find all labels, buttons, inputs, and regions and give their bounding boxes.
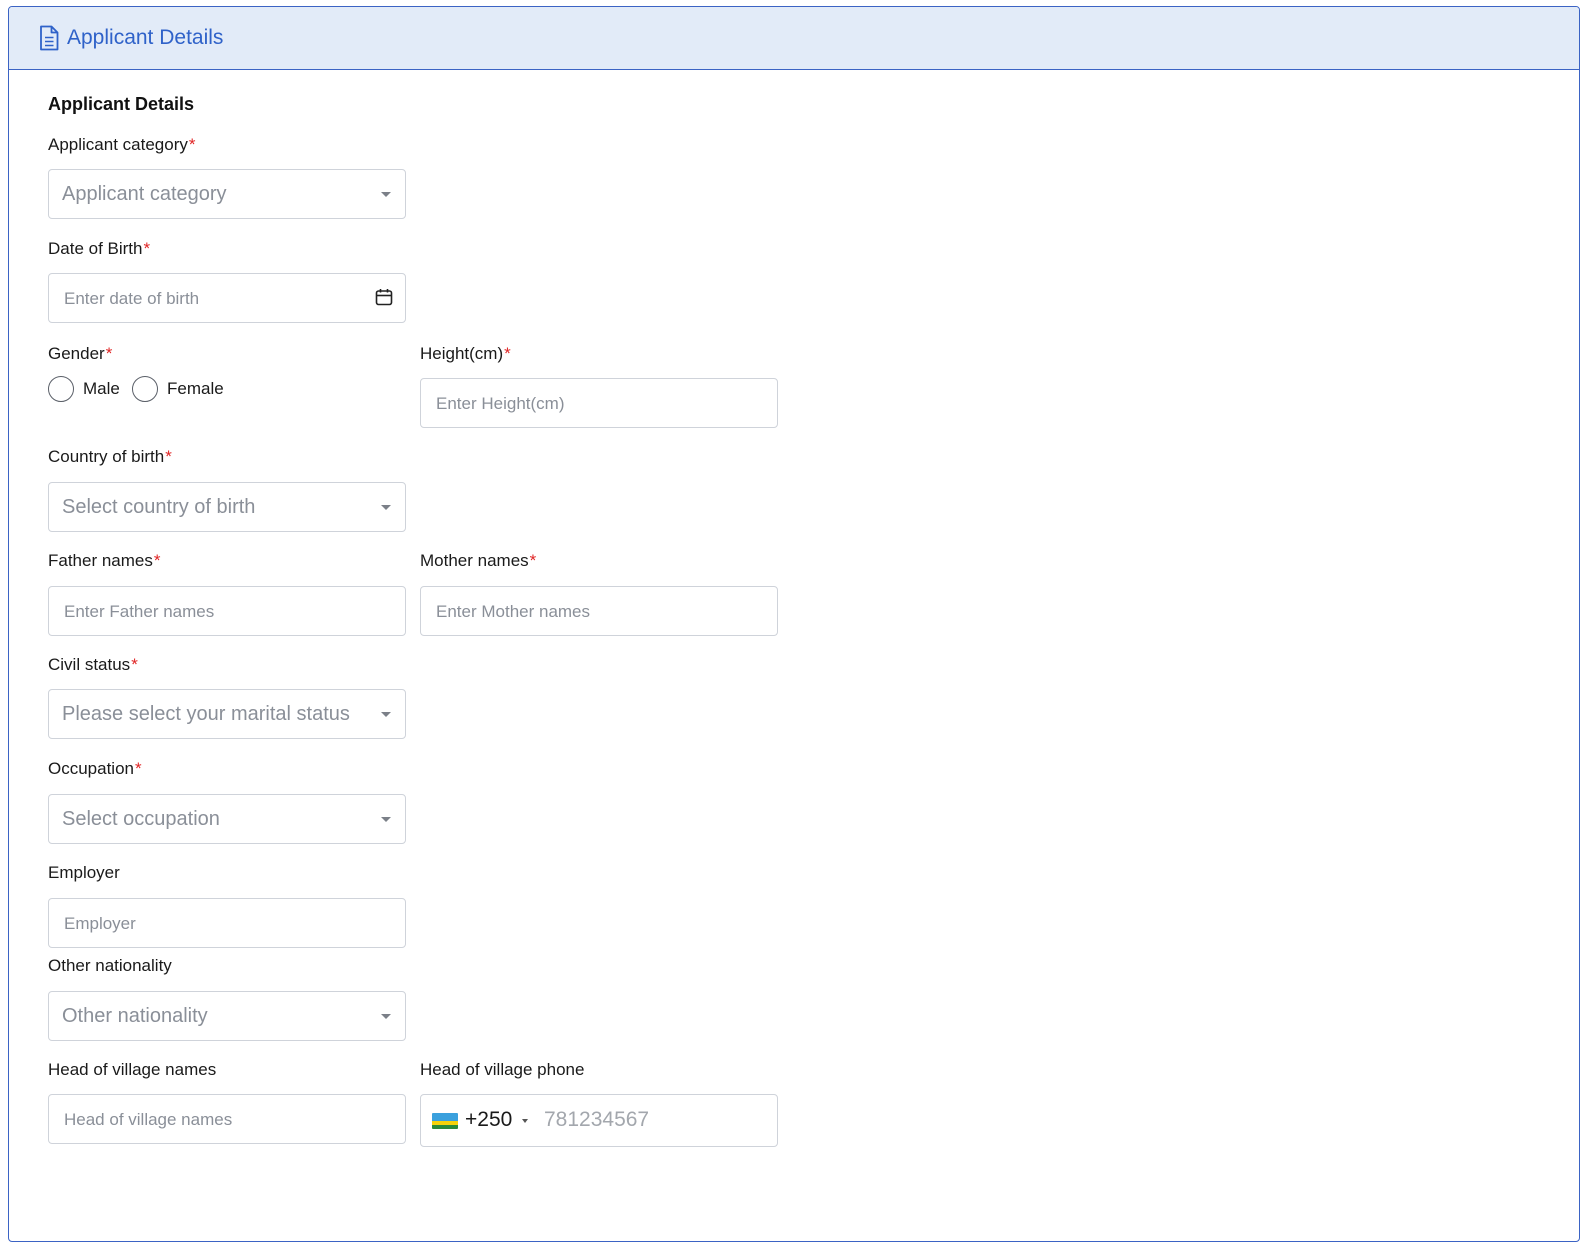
civil-status-select[interactable]: Please select your marital status bbox=[48, 689, 406, 739]
head-of-village-phone-label: Head of village phone bbox=[420, 1060, 585, 1079]
height-label: Height(cm)* bbox=[420, 344, 511, 363]
employer-label: Employer bbox=[48, 863, 120, 882]
mother-names-input[interactable]: Enter Mother names bbox=[420, 586, 778, 636]
document-icon bbox=[40, 25, 59, 51]
country-of-birth-label: Country of birth* bbox=[48, 447, 172, 466]
employer-input[interactable]: Employer bbox=[48, 898, 406, 948]
country-of-birth-select[interactable]: Select country of birth bbox=[48, 482, 406, 532]
required-marker: * bbox=[529, 551, 537, 570]
employer-placeholder: Employer bbox=[64, 914, 136, 933]
required-marker: * bbox=[188, 135, 196, 154]
applicant-category-select[interactable]: Applicant category bbox=[48, 169, 406, 219]
calendar-icon[interactable] bbox=[375, 288, 393, 306]
other-nationality-label: Other nationality bbox=[48, 956, 172, 975]
rwanda-flag-icon[interactable] bbox=[432, 1113, 458, 1129]
occupation-select[interactable]: Select occupation bbox=[48, 794, 406, 844]
chevron-down-icon bbox=[381, 712, 391, 717]
applicant-category-label: Applicant category* bbox=[48, 135, 196, 154]
required-marker: * bbox=[153, 551, 161, 570]
civil-status-label: Civil status* bbox=[48, 655, 138, 674]
chevron-down-icon bbox=[381, 817, 391, 822]
country-of-birth-placeholder: Select country of birth bbox=[62, 496, 256, 518]
section-title: Applicant Details bbox=[48, 94, 195, 114]
required-marker: * bbox=[143, 239, 151, 258]
chevron-down-icon[interactable] bbox=[522, 1119, 528, 1123]
occupation-label: Occupation* bbox=[48, 759, 142, 778]
panel-header-title: Applicant Details bbox=[67, 26, 224, 49]
head-of-village-names-input[interactable]: Head of village names bbox=[48, 1094, 406, 1144]
phone-placeholder: 781234567 bbox=[544, 1108, 650, 1131]
required-marker: * bbox=[504, 344, 511, 363]
required-marker: * bbox=[131, 655, 138, 674]
father-names-label: Father names* bbox=[48, 551, 161, 570]
gender-male-label[interactable]: Male bbox=[83, 378, 120, 400]
gender-male-radio[interactable] bbox=[48, 376, 74, 402]
head-of-village-names-label: Head of village names bbox=[48, 1060, 217, 1079]
chevron-down-icon bbox=[381, 192, 391, 197]
head-of-village-phone-input[interactable]: +250 781234567 bbox=[420, 1094, 778, 1147]
father-names-input[interactable]: Enter Father names bbox=[48, 586, 406, 636]
occupation-placeholder: Select occupation bbox=[62, 808, 220, 830]
country-code[interactable]: +250 bbox=[465, 1107, 512, 1133]
date-of-birth-input[interactable]: Enter date of birth bbox=[48, 273, 406, 323]
civil-status-placeholder: Please select your marital status bbox=[62, 703, 350, 725]
panel-header[interactable]: Applicant Details bbox=[9, 7, 1579, 70]
date-of-birth-placeholder: Enter date of birth bbox=[64, 289, 200, 308]
mother-names-label: Mother names* bbox=[420, 551, 537, 570]
gender-female-radio[interactable] bbox=[132, 376, 158, 402]
required-marker: * bbox=[165, 447, 172, 466]
height-input[interactable]: Enter Height(cm) bbox=[420, 378, 778, 428]
applicant-details-panel: Applicant Details Applicant Details Appl… bbox=[8, 6, 1580, 1242]
gender-female-label[interactable]: Female bbox=[167, 378, 224, 400]
father-names-placeholder: Enter Father names bbox=[64, 602, 215, 621]
mother-names-placeholder: Enter Mother names bbox=[436, 602, 591, 621]
head-of-village-names-placeholder: Head of village names bbox=[64, 1110, 233, 1129]
height-placeholder: Enter Height(cm) bbox=[436, 394, 565, 413]
required-marker: * bbox=[135, 759, 142, 778]
other-nationality-select[interactable]: Other nationality bbox=[48, 991, 406, 1041]
chevron-down-icon bbox=[381, 1014, 391, 1019]
required-marker: * bbox=[105, 344, 113, 363]
other-nationality-placeholder: Other nationality bbox=[62, 1005, 208, 1027]
gender-label: Gender* bbox=[48, 344, 113, 363]
date-of-birth-label: Date of Birth* bbox=[48, 239, 151, 258]
chevron-down-icon bbox=[381, 505, 391, 510]
applicant-category-placeholder: Applicant category bbox=[62, 183, 227, 205]
